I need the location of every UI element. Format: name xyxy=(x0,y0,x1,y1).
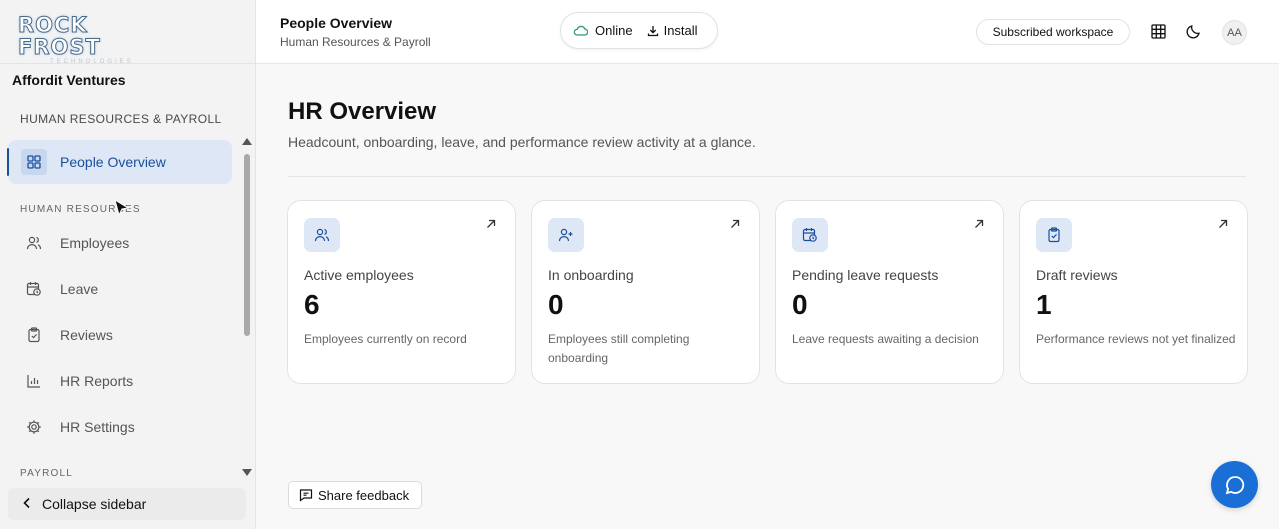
card-description: Leave requests awaiting a decision xyxy=(792,332,979,346)
scroll-down-arrow-icon[interactable] xyxy=(242,469,252,476)
sidebar-item-label: Employees xyxy=(60,235,130,251)
cloud-icon xyxy=(573,25,588,36)
status-install-pill: Online Install xyxy=(560,12,718,49)
install-label: Install xyxy=(663,23,698,38)
sidebar-item-employees[interactable]: Employees xyxy=(8,221,232,265)
chevron-left-icon xyxy=(22,496,32,512)
users-icon xyxy=(304,218,340,252)
brand-logo[interactable]: ROCK FROST TECHNOLOGIES xyxy=(18,14,178,66)
sidebar-item-hr-reports[interactable]: HR Reports xyxy=(8,359,232,403)
user-plus-icon xyxy=(548,218,584,252)
subscribed-workspace-button[interactable]: Subscribed workspace xyxy=(976,19,1130,45)
online-label: Online xyxy=(595,23,633,38)
bar-chart-icon xyxy=(24,371,44,391)
sidebar-item-label: HR Reports xyxy=(60,373,134,389)
page-description: Headcount, onboarding, leave, and perfor… xyxy=(288,134,756,150)
sidebar-item-leave[interactable]: Leave xyxy=(8,267,232,311)
message-square-icon xyxy=(299,488,318,502)
section-title-hr-payroll: HUMAN RESOURCES & PAYROLL xyxy=(20,112,222,126)
sidebar-item-label: People Overview xyxy=(60,154,166,170)
card-value: 6 xyxy=(304,289,320,320)
card-label: Draft reviews xyxy=(1036,267,1118,283)
stat-card-draft-reviews[interactable]: Draft reviews 1 Performance reviews not … xyxy=(1019,200,1248,384)
sidebar: ROCK FROST TECHNOLOGIES Affordit Venture… xyxy=(0,0,256,529)
share-feedback-label: Share feedback xyxy=(318,487,410,503)
collapse-sidebar-button[interactable]: Collapse sidebar xyxy=(8,488,246,520)
section-title-payroll: PAYROLL xyxy=(20,468,74,479)
card-description: Employees still completing onboarding xyxy=(548,332,690,365)
scrollbar-thumb[interactable] xyxy=(244,154,250,336)
chat-bubble-icon xyxy=(1224,474,1246,496)
clipboard-check-icon xyxy=(1036,218,1072,252)
header-subtitle: Human Resources & Payroll xyxy=(280,35,431,49)
card-description: Performance reviews not yet finalized xyxy=(1036,332,1236,346)
stat-card-active-employees[interactable]: Active employees 6 Employees currently o… xyxy=(287,200,516,384)
apps-grid-icon[interactable] xyxy=(1149,22,1167,40)
moon-icon[interactable] xyxy=(1184,22,1202,40)
card-value: 0 xyxy=(548,289,564,320)
avatar[interactable]: AA xyxy=(1222,20,1247,45)
clipboard-check-icon xyxy=(24,325,44,345)
sidebar-item-hr-settings[interactable]: HR Settings xyxy=(8,405,232,449)
content-divider xyxy=(288,176,1246,177)
download-icon xyxy=(647,25,659,37)
arrow-up-right-icon[interactable] xyxy=(485,217,499,231)
grid-icon xyxy=(21,149,47,175)
gear-icon xyxy=(24,417,44,437)
install-button[interactable]: Install xyxy=(647,23,698,38)
mouse-cursor-icon xyxy=(114,199,130,217)
sidebar-item-reviews[interactable]: Reviews xyxy=(8,313,232,357)
sidebar-item-label: Reviews xyxy=(60,327,113,343)
sidebar-divider xyxy=(0,63,256,64)
card-label: Pending leave requests xyxy=(792,267,939,283)
card-description: Employees currently on record xyxy=(304,332,467,346)
sidebar-item-label: HR Settings xyxy=(60,419,135,435)
chat-support-button[interactable] xyxy=(1211,461,1258,508)
scroll-up-arrow-icon[interactable] xyxy=(242,138,252,145)
header-title: People Overview xyxy=(280,15,393,31)
sidebar-item-people-overview[interactable]: People Overview xyxy=(7,140,232,184)
sidebar-scrollbar[interactable] xyxy=(242,138,252,478)
users-icon xyxy=(24,233,44,253)
top-header: People Overview Human Resources & Payrol… xyxy=(256,0,1279,64)
online-status: Online xyxy=(573,23,633,38)
card-label: Active employees xyxy=(304,267,414,283)
calendar-clock-icon xyxy=(24,279,44,299)
org-name: Affordit Ventures xyxy=(12,72,126,88)
page-title: HR Overview xyxy=(288,98,437,125)
sidebar-item-label: Leave xyxy=(60,281,99,297)
stat-card-in-onboarding[interactable]: In onboarding 0 Employees still completi… xyxy=(531,200,760,384)
arrow-up-right-icon[interactable] xyxy=(729,217,743,231)
arrow-up-right-icon[interactable] xyxy=(973,217,987,231)
card-value: 1 xyxy=(1036,289,1052,320)
logo-text: ROCK FROST xyxy=(18,13,101,59)
arrow-up-right-icon[interactable] xyxy=(1217,217,1231,231)
share-feedback-button[interactable]: Share feedback xyxy=(288,481,422,509)
logo-subtext: TECHNOLOGIES xyxy=(50,59,134,65)
collapse-sidebar-label: Collapse sidebar xyxy=(42,496,147,512)
card-value: 0 xyxy=(792,289,808,320)
stat-card-pending-leave[interactable]: Pending leave requests 0 Leave requests … xyxy=(775,200,1004,384)
card-label: In onboarding xyxy=(548,267,634,283)
calendar-clock-icon xyxy=(792,218,828,252)
